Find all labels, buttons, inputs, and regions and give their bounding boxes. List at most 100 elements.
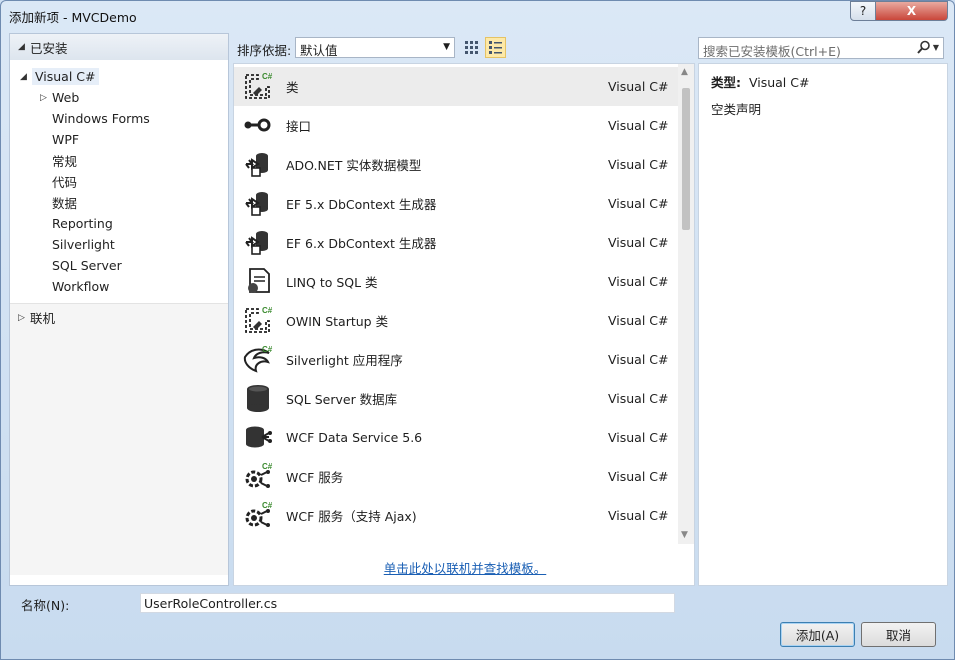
installed-header[interactable]: ◢ 已安装 [10, 34, 228, 60]
tree-item-label: Silverlight [52, 237, 115, 252]
template-details-panel: 类型: Visual C# 空类声明 [698, 63, 948, 586]
template-language: Visual C# [608, 352, 669, 367]
template-language: Visual C# [608, 469, 669, 484]
template-name: SQL Server 数据库 [286, 392, 398, 407]
template-item[interactable]: LINQ to SQL 类 Visual C# [234, 262, 680, 301]
installed-label: 已安装 [30, 40, 68, 56]
add-new-item-dialog: 添加新项 - MVCDemo ? X ◢ 已安装 ◢ Visual C# ▷ We… [0, 0, 955, 660]
find-templates-online-link[interactable]: 单击此处以联机并查找模板。 [234, 558, 696, 577]
class-icon: C# [242, 70, 274, 102]
silverlight-icon: C# [242, 343, 274, 375]
small-icons-view-button[interactable] [461, 37, 482, 58]
template-category-tree: ◢ 已安装 ◢ Visual C# ▷ Web Windows Forms WPF 常规… [9, 33, 229, 586]
grid-view-icon [465, 41, 478, 54]
tree-item-label: Visual C# [32, 68, 99, 85]
search-installed-templates-input[interactable]: 搜索已安装模板(Ctrl+E) ▼ [698, 37, 944, 59]
template-item[interactable]: C# Silverlight 应用程序 Visual C# [234, 340, 680, 379]
sort-dropdown[interactable]: 默认值 ▼ [295, 37, 455, 58]
help-button[interactable]: ? [850, 1, 876, 21]
type-value: Visual C# [748, 75, 810, 90]
tree-item[interactable]: Reporting [10, 213, 228, 234]
tree-item[interactable]: ▷ Web [10, 87, 228, 108]
template-description: 空类声明 [711, 102, 762, 117]
search-placeholder: 搜索已安装模板(Ctrl+E) [703, 44, 841, 59]
scroll-up-icon[interactable]: ▲ [681, 67, 688, 77]
tree-item-visual-csharp[interactable]: ◢ Visual C# [10, 66, 228, 87]
template-name: EF 5.x DbContext 生成器 [286, 197, 437, 212]
type-key: 类型: [711, 75, 741, 90]
chevron-down-icon[interactable]: ▼ [933, 43, 939, 52]
sort-toolbar: 排序依据: 默认值 ▼ [233, 37, 693, 59]
scrollbar-thumb[interactable] [682, 88, 690, 230]
collapse-triangle-icon[interactable]: ◢ [20, 72, 32, 82]
linq-icon [242, 265, 274, 297]
interface-icon [242, 109, 274, 141]
collapse-triangle-icon[interactable]: ◢ [18, 42, 30, 52]
expand-triangle-icon[interactable]: ▷ [40, 93, 52, 103]
template-language: Visual C# [608, 508, 669, 523]
template-name: EF 6.x DbContext 生成器 [286, 236, 437, 251]
template-language: Visual C# [608, 391, 669, 406]
tree-children: ▷ Web Windows Forms WPF 常规代码数据 Reporting Silve… [10, 87, 228, 297]
tree-item-label: 代码 [52, 175, 78, 190]
tree-item-label: SQL Server [52, 258, 122, 273]
template-item[interactable]: C# WCF 服务 Visual C# [234, 457, 680, 496]
svg-text:C#: C# [262, 462, 273, 471]
tree-item-label: Web [52, 90, 80, 105]
add-button[interactable]: 添加(A) [780, 622, 855, 647]
tree-item[interactable]: Workflow [10, 276, 228, 297]
vertical-scrollbar[interactable]: ▲ ▼ [678, 64, 694, 544]
tree-item[interactable]: 代码 [10, 171, 228, 192]
scroll-down-icon[interactable]: ▼ [681, 530, 688, 540]
template-name: OWIN Startup 类 [286, 314, 389, 329]
tree-item-label: Windows Forms [52, 111, 150, 126]
template-item[interactable]: C# OWIN Startup 类 Visual C# [234, 301, 680, 340]
partial-template-icon [242, 542, 274, 546]
tree-item[interactable]: 常规 [10, 150, 228, 171]
template-item[interactable]: 接口 Visual C# [234, 106, 680, 145]
template-name: WCF Data Service 5.6 [286, 430, 423, 445]
expand-triangle-icon[interactable]: ▷ [18, 313, 30, 323]
template-name: 接口 [286, 119, 312, 134]
online-section: ▷ 联机 [10, 303, 228, 575]
chevron-down-icon: ▼ [443, 42, 450, 52]
tree-item-label: 数据 [52, 196, 78, 211]
template-item[interactable]: C# WCF 服务（支持 Ajax) Visual C# [234, 496, 680, 535]
template-item[interactable]: WCF Data Service 5.6 Visual C# [234, 418, 680, 457]
tree-item-label: 联机 [30, 311, 56, 326]
tree-item-label: WPF [52, 132, 80, 147]
template-item[interactable]: EF 5.x DbContext 生成器 Visual C# [234, 184, 680, 223]
window-title: 添加新项 - MVCDemo [9, 10, 137, 25]
tree-item[interactable]: 数据 [10, 192, 228, 213]
svg-text:C#: C# [262, 345, 273, 354]
search-controls: ▼ [917, 40, 939, 54]
tree-item-online[interactable]: ▷ 联机 [10, 307, 228, 328]
template-item[interactable]: ADO.NET 实体数据模型 Visual C# [234, 145, 680, 184]
template-name: 类 [286, 80, 299, 95]
template-language: Visual C# [608, 196, 669, 211]
tree-item[interactable]: Silverlight [10, 234, 228, 255]
file-name-input[interactable]: UserRoleController.cs [140, 593, 675, 613]
close-button[interactable]: X [876, 1, 948, 21]
template-name: Silverlight 应用程序 [286, 353, 403, 368]
template-list: C# 类 Visual C# 接口 Visual C# ADO.NET 实体数据模型 Vis… [233, 63, 695, 586]
template-name: WCF 服务 [286, 470, 344, 485]
template-language: Visual C# [608, 235, 669, 250]
template-name: LINQ to SQL 类 [286, 275, 378, 290]
template-language: Visual C# [608, 430, 669, 445]
search-icon[interactable] [917, 40, 931, 54]
template-item[interactable]: SQL Server 数据库 Visual C# [234, 379, 680, 418]
database-icon [242, 382, 274, 414]
class-icon: C# [242, 304, 274, 336]
medium-icons-view-button[interactable] [485, 37, 506, 58]
tree-item[interactable]: SQL Server [10, 255, 228, 276]
tree-item[interactable]: WPF [10, 129, 228, 150]
svg-text:C#: C# [262, 306, 273, 315]
cancel-button[interactable]: 取消 [861, 622, 936, 647]
template-name: ADO.NET 实体数据模型 [286, 158, 422, 173]
template-item[interactable]: EF 6.x DbContext 生成器 Visual C# [234, 223, 680, 262]
tree-item[interactable]: Windows Forms [10, 108, 228, 129]
data-service-icon [242, 421, 274, 453]
template-item[interactable]: C# 类 Visual C# [234, 67, 680, 106]
wcf-service-icon: C# [242, 460, 274, 492]
